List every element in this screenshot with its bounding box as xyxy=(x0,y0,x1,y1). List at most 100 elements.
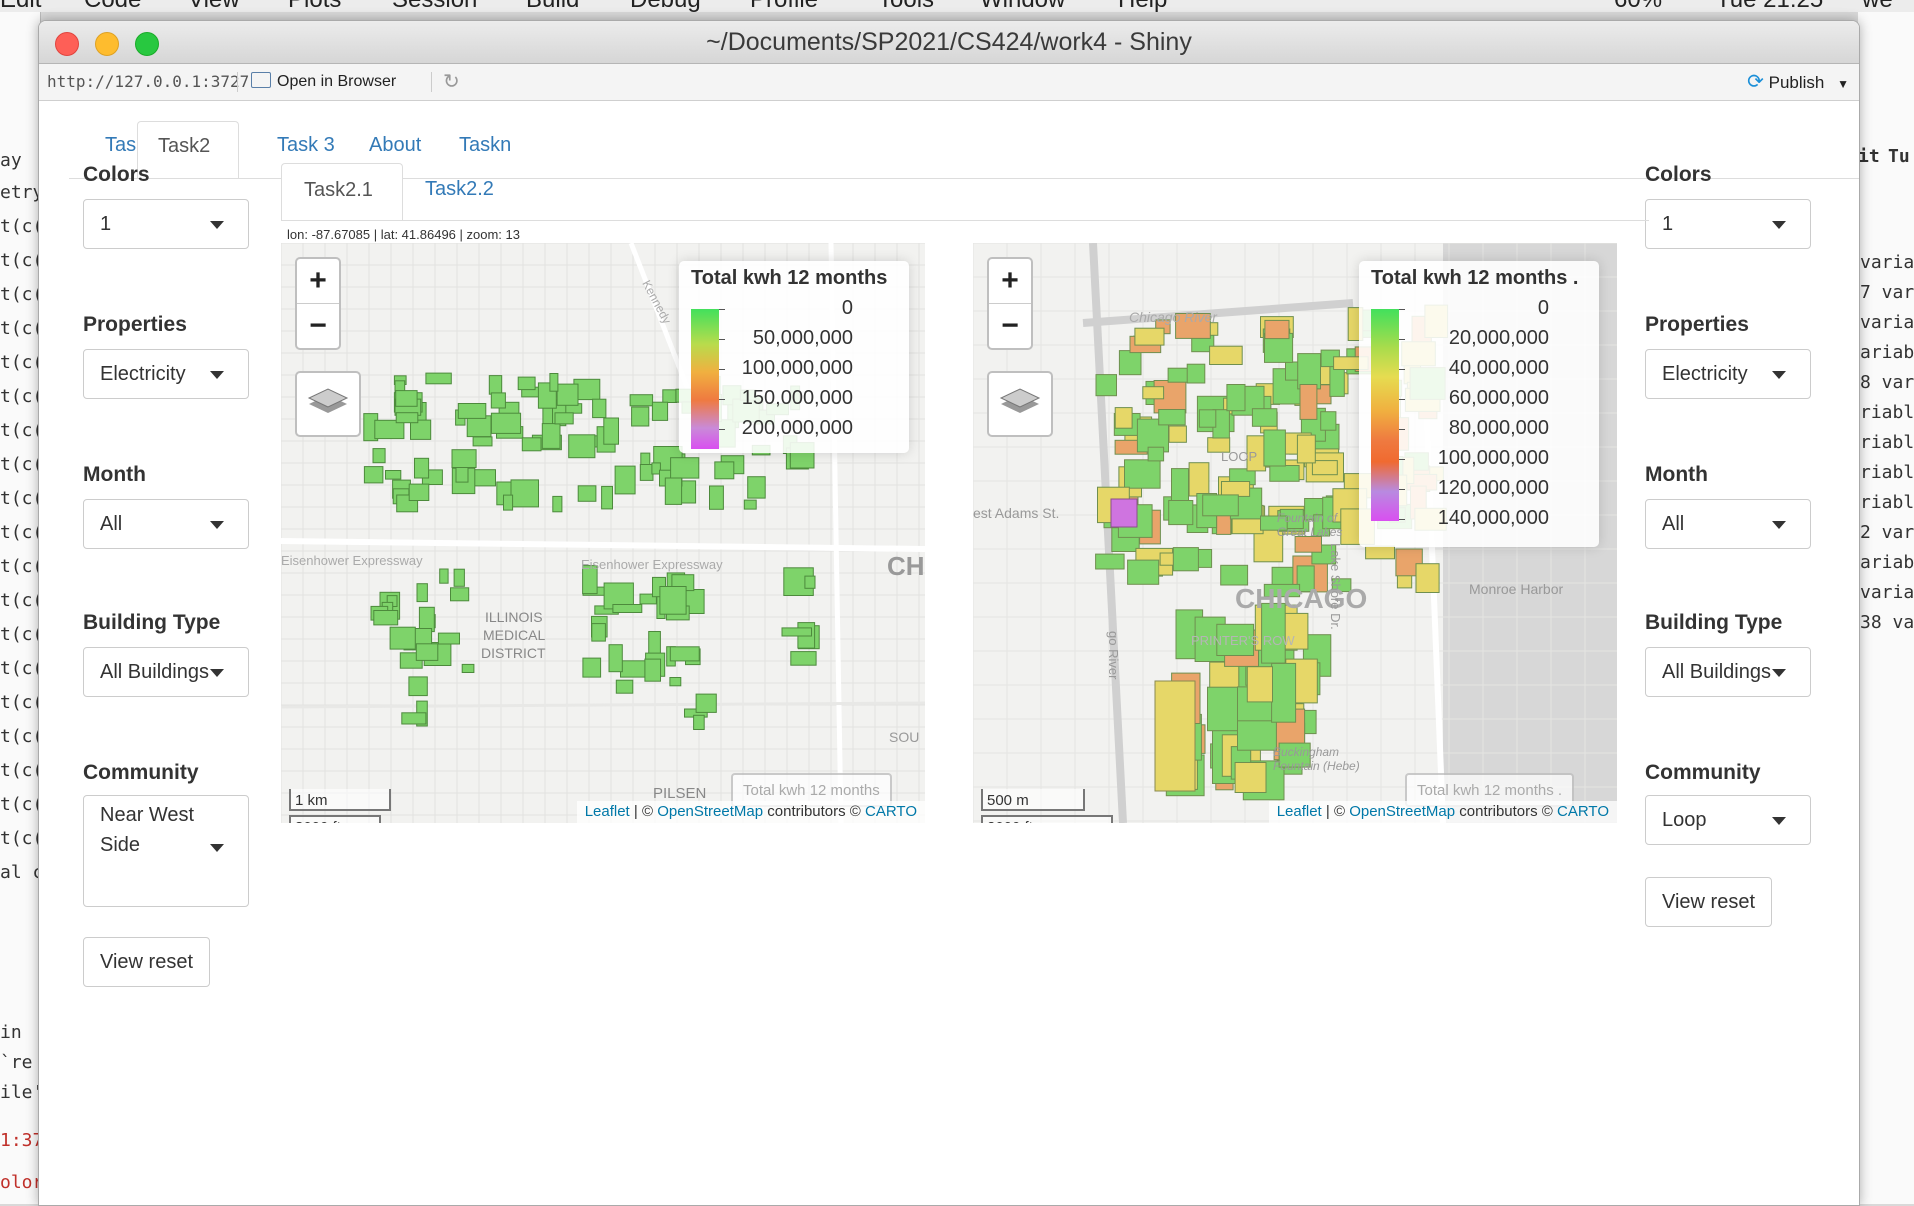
view-reset-button-left[interactable]: View reset xyxy=(83,937,211,987)
building-type-select[interactable]: All Buildings xyxy=(1645,647,1811,697)
carto-link[interactable]: CARTO xyxy=(865,803,917,820)
url-field[interactable]: http://127.0.0.1:3727 xyxy=(47,64,249,100)
zoom-in-button[interactable]: + xyxy=(297,259,339,304)
chevron-down-icon xyxy=(210,221,224,229)
view-reset-button-right[interactable]: View reset xyxy=(1645,877,1773,927)
chevron-down-icon xyxy=(1772,371,1786,379)
building-polygon xyxy=(372,448,386,464)
properties-select[interactable]: Electricity xyxy=(1645,349,1811,399)
carto-link[interactable]: CARTO xyxy=(1557,803,1609,820)
legend-left: Total kwh 12 months 0 50,000,000 100,000… xyxy=(679,261,909,453)
community-select[interactable]: Loop xyxy=(1645,795,1811,845)
menu-help[interactable]: Help xyxy=(1118,0,1167,12)
menu-tools[interactable]: Tools xyxy=(878,0,934,12)
menu-edit[interactable]: Edit xyxy=(0,0,41,12)
building-type-select[interactable]: All Buildings xyxy=(83,647,249,697)
zoom-out-button[interactable]: − xyxy=(989,304,1031,348)
background-env-line: ariabl xyxy=(1860,552,1914,573)
reload-icon[interactable]: ↻ xyxy=(443,70,467,94)
building-polygon xyxy=(461,663,475,673)
open-in-browser-label: Open in Browser xyxy=(277,73,397,90)
menu-plots[interactable]: Plots xyxy=(288,0,341,12)
map-near-west-side[interactable]: Eisenhower Expressway Eisenhower Express… xyxy=(281,243,925,823)
window-title: ~/Documents/SP2021/CS424/work4 - Shiny xyxy=(706,28,1192,56)
building-polygon xyxy=(418,606,435,633)
zoom-in-button[interactable]: + xyxy=(989,259,1031,304)
community-value-line2: Side xyxy=(100,834,141,856)
building-polygon xyxy=(693,714,705,730)
leaflet-link[interactable]: Leaflet xyxy=(1277,803,1322,820)
title-bar: ~/Documents/SP2021/CS424/work4 - Shiny xyxy=(39,21,1859,64)
building-polygon xyxy=(1246,666,1273,703)
legend-tick-mark xyxy=(1399,339,1405,340)
building-polygon xyxy=(1142,386,1165,400)
menu-session[interactable]: Session xyxy=(392,0,477,12)
map-label-river: go River xyxy=(1106,631,1121,680)
building-polygon xyxy=(670,457,700,479)
community-label: Community xyxy=(1645,761,1761,784)
building-polygon xyxy=(568,434,596,459)
building-polygon xyxy=(517,376,536,391)
map-loop[interactable]: Chicago River est Adams St. CHICAGO LOOP… xyxy=(973,243,1617,823)
osm-link[interactable]: OpenStreetMap xyxy=(657,803,763,820)
layers-control[interactable] xyxy=(295,371,361,437)
background-code-line: t(c(– xyxy=(0,794,40,815)
menu-build[interactable]: Build xyxy=(526,0,579,12)
scale-imperial: 2000 ft xyxy=(981,815,1113,823)
chevron-down-icon xyxy=(1772,521,1786,529)
building-polygon xyxy=(1158,409,1186,426)
building-polygon xyxy=(552,495,563,513)
tab-task2[interactable]: Task2 xyxy=(137,121,239,179)
building-polygon xyxy=(1237,720,1277,751)
map-label-chicago-river: Chicago River xyxy=(1129,309,1217,325)
building-polygon xyxy=(1221,481,1251,497)
leaflet-link[interactable]: Leaflet xyxy=(585,803,630,820)
tab-label: Task 3 xyxy=(277,134,335,156)
open-in-browser-button[interactable]: Open in Browser xyxy=(251,70,396,94)
community-select[interactable]: Near West Side xyxy=(83,795,249,907)
building-polygon xyxy=(582,657,602,678)
map-label-expressway: Eisenhower Expressway xyxy=(281,553,423,568)
menu-window[interactable]: Window xyxy=(980,0,1065,12)
properties-value: Electricity xyxy=(1662,363,1748,385)
subtab-task2-1[interactable]: Task2.1 xyxy=(281,163,403,221)
subtab-task2-2[interactable]: Task2.2 xyxy=(403,163,516,221)
building-polygon xyxy=(1264,319,1290,340)
browser-icon xyxy=(251,72,271,88)
community-label: Community xyxy=(83,761,199,784)
chevron-down-icon xyxy=(210,521,224,529)
month-select[interactable]: All xyxy=(1645,499,1811,549)
building-polygon xyxy=(648,631,661,656)
layers-icon xyxy=(307,388,349,413)
menu-view[interactable]: View xyxy=(188,0,240,12)
building-polygon xyxy=(395,390,418,407)
publish-button[interactable]: ⟳ Publish ▼ xyxy=(1747,70,1849,94)
chevron-down-icon: ▼ xyxy=(1837,77,1849,91)
month-select[interactable]: All xyxy=(83,499,249,549)
legend-tick-mark xyxy=(1399,429,1405,430)
building-polygon xyxy=(608,644,623,673)
subtab-divider xyxy=(281,220,1649,221)
building-type-value: All Buildings xyxy=(100,661,209,683)
building-polygon xyxy=(1095,374,1117,397)
menu-debug[interactable]: Debug xyxy=(630,0,701,12)
background-code-line: t(c(– xyxy=(0,624,40,645)
zoom-out-button[interactable]: − xyxy=(297,304,339,348)
colors-select[interactable]: 1 xyxy=(1645,199,1811,249)
building-polygon xyxy=(1234,762,1267,793)
legend-tick: 60,000,000 xyxy=(1448,387,1549,409)
menu-code[interactable]: Code xyxy=(84,0,141,12)
background-env-line: 38 var xyxy=(1860,612,1914,633)
colors-select[interactable]: 1 xyxy=(83,199,249,249)
menu-profile[interactable]: Profile xyxy=(750,0,818,12)
subtab-label: Task2.1 xyxy=(304,179,373,201)
layers-control[interactable] xyxy=(987,371,1053,437)
colors-label: Colors xyxy=(1645,163,1712,186)
map-label-lake-shore: Lake Shore Dr. xyxy=(1328,543,1343,630)
address-bar: http://127.0.0.1:3727 Open in Browser ↻ … xyxy=(39,64,1859,101)
osm-link[interactable]: OpenStreetMap xyxy=(1349,803,1455,820)
menubar-extra: we xyxy=(1862,0,1893,12)
properties-select[interactable]: Electricity xyxy=(83,349,249,399)
colors-value: 1 xyxy=(1662,213,1674,235)
legend-title: Total kwh 12 months . xyxy=(1371,267,1579,289)
